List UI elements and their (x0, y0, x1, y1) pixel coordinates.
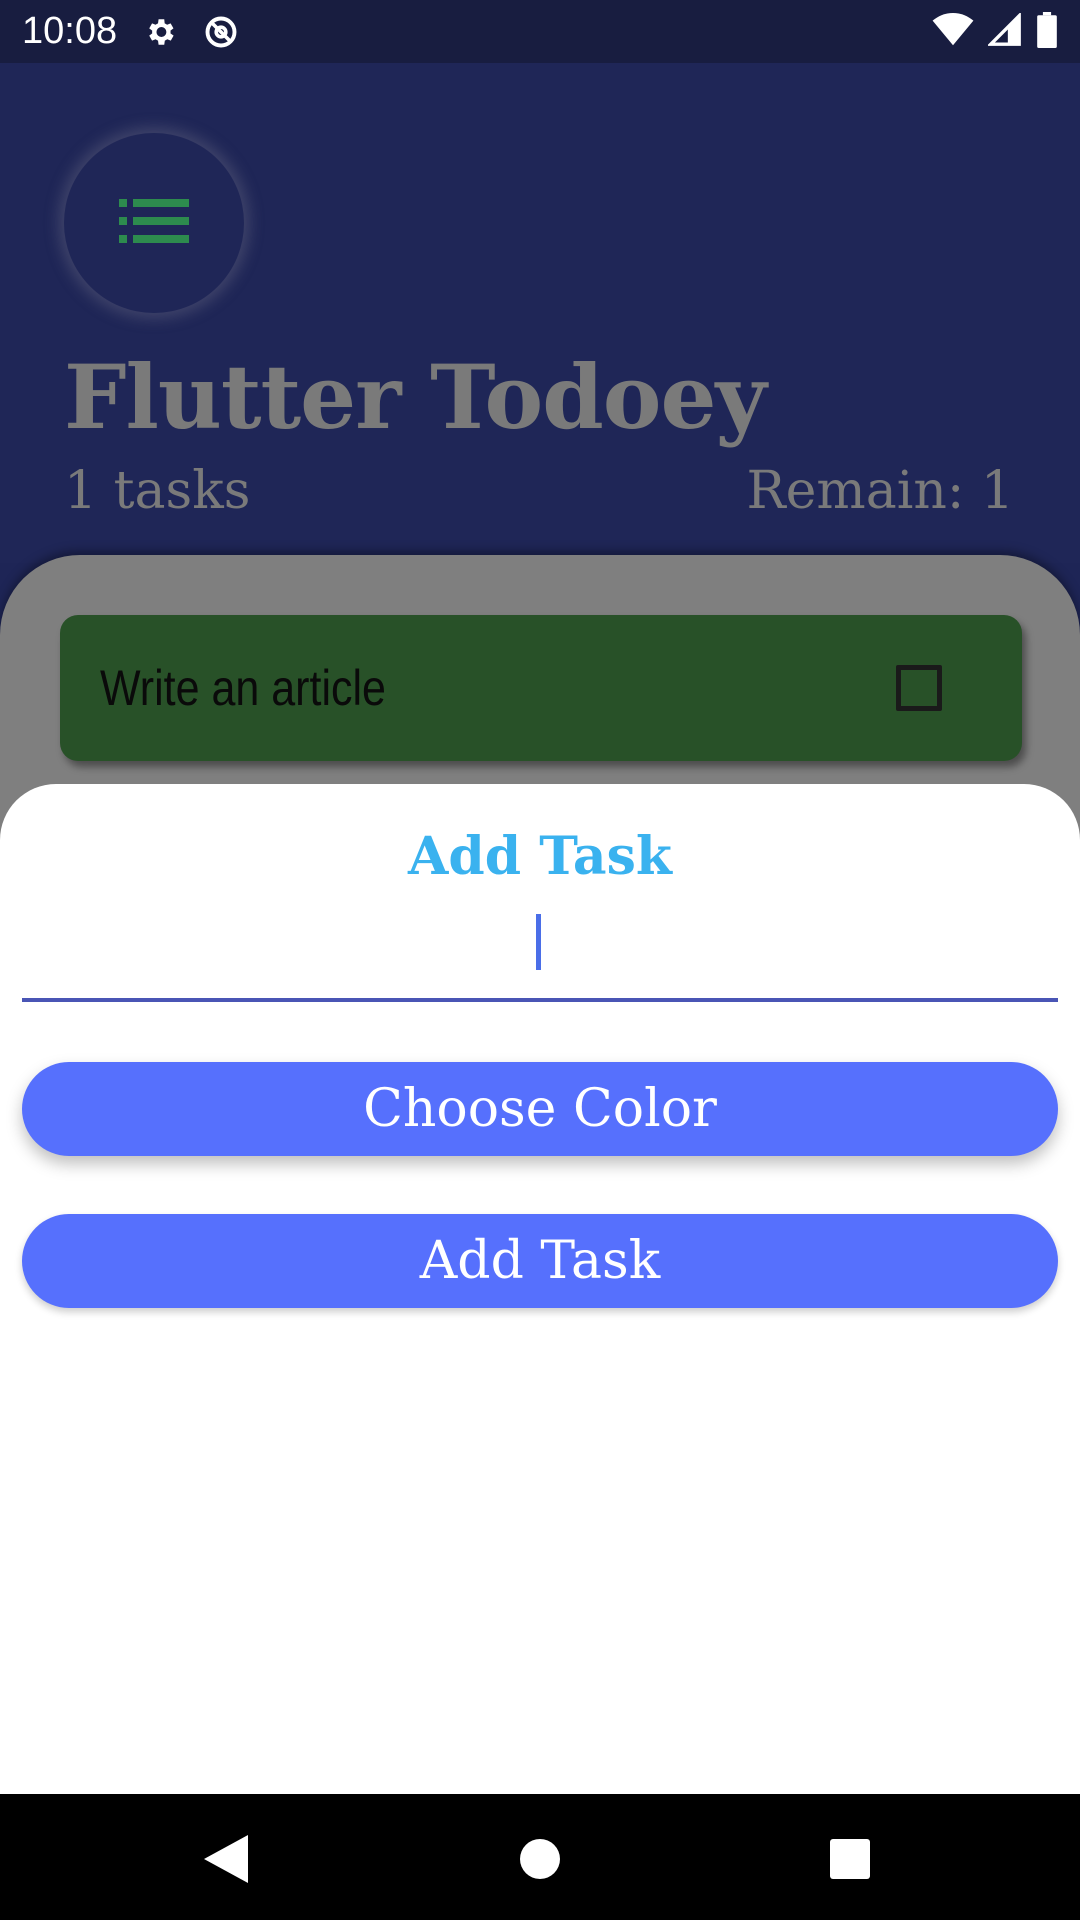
task-input[interactable] (22, 904, 1058, 1002)
recents-icon[interactable] (820, 1834, 880, 1884)
add-task-button[interactable]: Add Task (22, 1214, 1058, 1308)
status-time: 10:08 (22, 10, 118, 52)
sheet-title: Add Task (408, 826, 672, 887)
task-label: Write an article (100, 660, 386, 716)
text-cursor (536, 914, 541, 970)
choose-color-button[interactable]: Choose Color (22, 1062, 1058, 1156)
page-title: Flutter Todoey (64, 345, 767, 449)
remain-count: Remain: 1 (746, 461, 1015, 521)
signal-icon (986, 11, 1022, 51)
home-icon[interactable] (510, 1834, 570, 1884)
add-task-sheet: Add Task Choose Color Add Task (0, 784, 1080, 1794)
status-bar: 10:08 (0, 0, 1080, 63)
settings-icon (143, 15, 177, 49)
wifi-icon (932, 12, 974, 51)
at-icon (203, 14, 239, 50)
status-right (932, 11, 1058, 52)
menu-button[interactable] (64, 133, 244, 313)
system-nav-bar (0, 1794, 1080, 1920)
battery-icon (1036, 11, 1058, 52)
back-icon[interactable] (196, 1834, 256, 1884)
app-header: Flutter Todoey 1 tasks Remain: 1 (0, 63, 1080, 563)
task-count: 1 tasks (64, 461, 251, 521)
task-card[interactable]: Write an article (60, 615, 1022, 761)
task-checkbox[interactable] (896, 665, 942, 711)
list-icon (119, 199, 189, 247)
